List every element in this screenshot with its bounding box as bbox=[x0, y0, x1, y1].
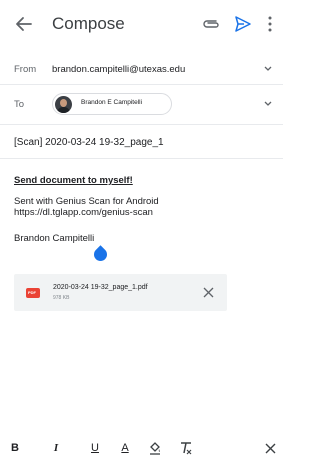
underline-label: U bbox=[91, 442, 99, 454]
fill-bucket-icon bbox=[150, 442, 160, 455]
highlight-button[interactable] bbox=[146, 439, 164, 457]
underline-button[interactable]: U bbox=[86, 439, 104, 457]
chevron-down-icon[interactable] bbox=[263, 100, 273, 108]
app-bar: Compose bbox=[0, 0, 283, 52]
bold-label: B bbox=[11, 442, 19, 454]
chevron-down-icon[interactable] bbox=[263, 65, 273, 73]
text-color-button[interactable]: A bbox=[116, 439, 134, 457]
subject-field[interactable]: [Scan] 2020-03-24 19-32_page_1 bbox=[14, 137, 164, 148]
to-label: To bbox=[14, 99, 25, 110]
body-heading[interactable]: Send document to myself! bbox=[14, 175, 133, 186]
pdf-type-label: PDF bbox=[28, 290, 36, 295]
pdf-file-icon: PDF bbox=[26, 288, 40, 298]
close-icon bbox=[265, 443, 275, 453]
bold-button[interactable]: B bbox=[6, 439, 24, 457]
remove-attachment-icon[interactable] bbox=[203, 287, 214, 298]
text-color-label: A bbox=[121, 442, 129, 454]
close-toolbar-button[interactable] bbox=[261, 439, 279, 457]
more-options-icon[interactable] bbox=[266, 15, 274, 33]
page-title: Compose bbox=[52, 14, 125, 33]
from-value[interactable]: brandon.campitelli@utexas.edu bbox=[52, 64, 185, 75]
clear-formatting-icon bbox=[181, 442, 192, 455]
avatar bbox=[55, 96, 72, 113]
send-icon[interactable] bbox=[234, 15, 252, 33]
from-label: From bbox=[14, 64, 37, 75]
attachment-filename: 2020-03-24 19-32_page_1.pdf bbox=[53, 284, 148, 291]
clear-formatting-button[interactable] bbox=[177, 439, 195, 457]
attachment-size: 978 KB bbox=[53, 295, 70, 301]
from-row[interactable]: From brandon.campitelli@utexas.edu bbox=[0, 52, 283, 85]
text-cursor-handle[interactable] bbox=[91, 245, 110, 264]
recipient-name: Brandon E Campitelli bbox=[81, 99, 143, 106]
attachment-icon[interactable] bbox=[201, 17, 221, 31]
attachment-card[interactable]: PDF 2020-03-24 19-32_page_1.pdf 978 KB bbox=[14, 274, 227, 311]
body-line-1[interactable]: Sent with Genius Scan for Android bbox=[14, 196, 159, 207]
body-signature[interactable]: Brandon Campitelli bbox=[14, 233, 94, 244]
italic-label: I bbox=[53, 442, 59, 454]
back-arrow-icon[interactable] bbox=[14, 14, 34, 34]
recipient-chip[interactable]: Brandon E Campitelli bbox=[52, 93, 172, 115]
formatting-toolbar: B I U A bbox=[0, 436, 283, 462]
body-line-2[interactable]: https://dl.tglapp.com/genius-scan bbox=[14, 207, 153, 218]
italic-button[interactable]: I bbox=[47, 439, 65, 457]
